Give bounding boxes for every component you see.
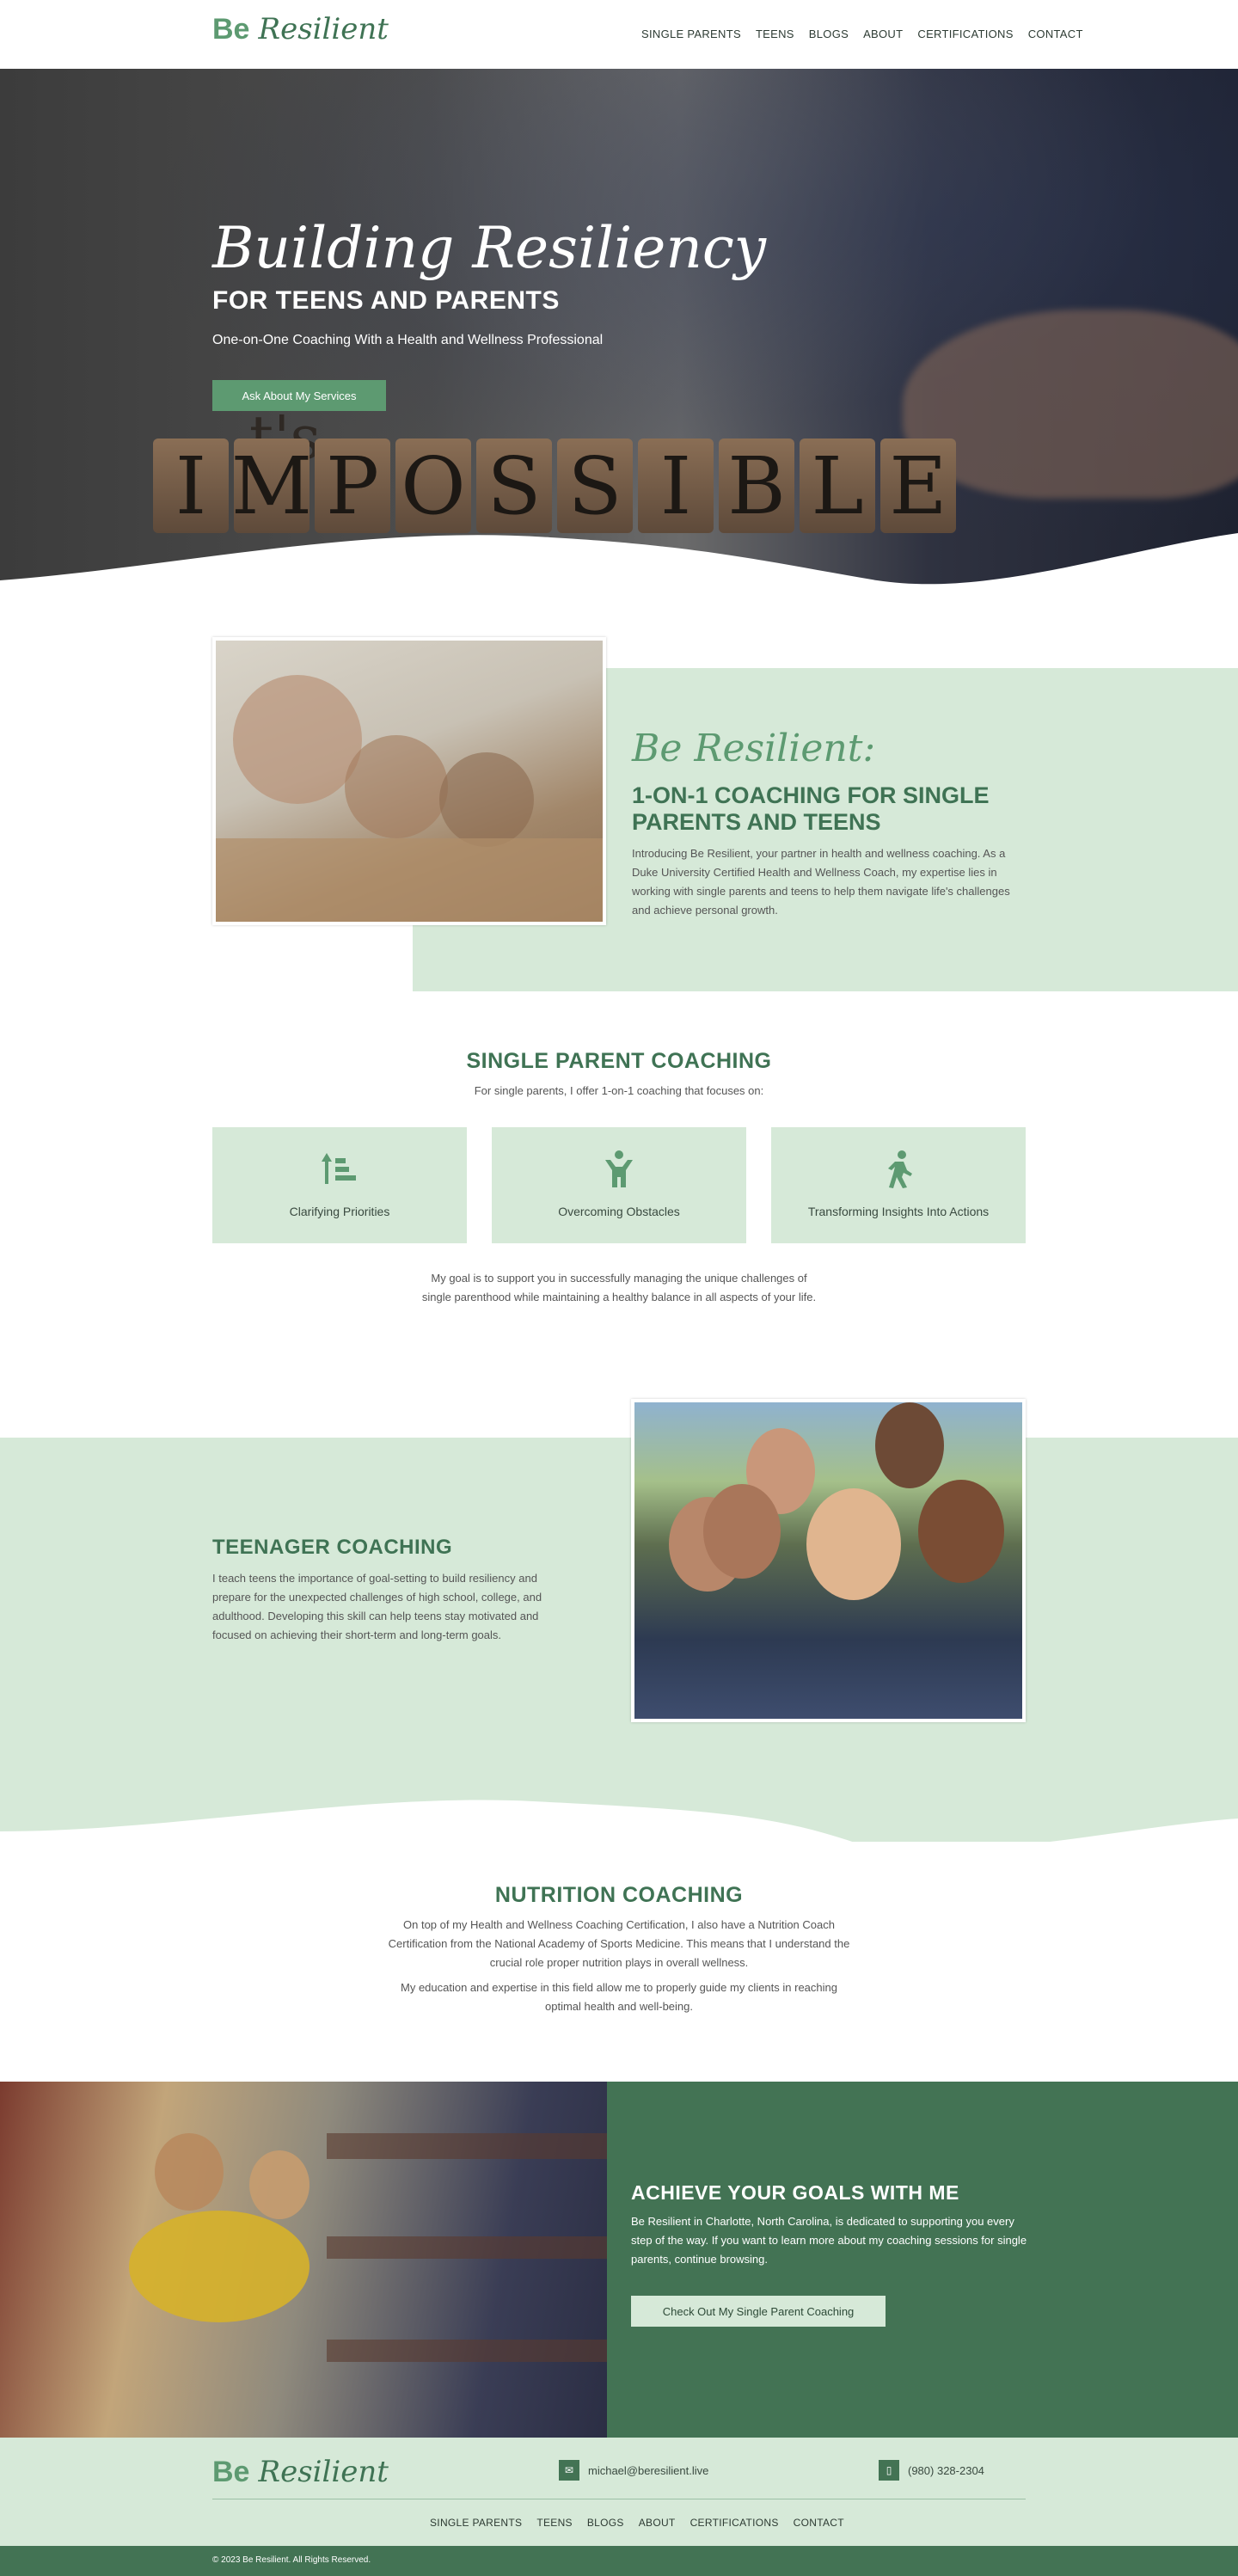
hero-subtitle: One-on-One Coaching With a Health and We…	[212, 333, 604, 347]
priorities-icon	[212, 1150, 467, 1196]
logo-be: Be	[212, 13, 250, 46]
hero-wave-divider	[0, 533, 1238, 593]
logo-resilient: Resilient	[258, 12, 389, 46]
intro-text: Introducing Be Resilient, your partner i…	[632, 847, 1010, 917]
nav-certifications[interactable]: CERTIFICATIONS	[917, 28, 1013, 40]
footer-nav: SINGLE PARENTS TEENS BLOGS ABOUT CERTIFI…	[430, 2517, 844, 2529]
footer-logo[interactable]: Be Resilient	[212, 2455, 389, 2489]
hero-title: FOR TEENS AND PARENTS	[212, 286, 560, 315]
grocery-photo	[0, 2082, 607, 2438]
site-footer: Be Resilient ✉ michael@beresilient.live …	[0, 2438, 1238, 2546]
nav-teens[interactable]: TEENS	[756, 28, 794, 40]
achieve-heading: ACHIEVE YOUR GOALS WITH ME	[631, 2181, 959, 2204]
envelope-icon: ✉	[559, 2460, 579, 2481]
logo-resilient: Resilient	[258, 2455, 389, 2489]
achieve-section: ACHIEVE YOUR GOALS WITH ME Be Resilient …	[607, 2082, 1238, 2438]
footer-nav-certifications[interactable]: CERTIFICATIONS	[690, 2517, 779, 2529]
teen-heading: TEENAGER COACHING	[212, 1536, 453, 1559]
nutrition-text-1: On top of my Health and Wellness Coachin…	[388, 1918, 850, 1969]
footer-phone-text: (980) 328-2304	[908, 2463, 984, 2477]
teen-text: I teach teens the importance of goal-set…	[212, 1572, 542, 1641]
footer-nav-teens[interactable]: TEENS	[536, 2517, 573, 2529]
walking-icon	[771, 1150, 1026, 1198]
card-clarifying-priorities: Clarifying Priorities	[212, 1127, 467, 1243]
nav-blogs[interactable]: BLOGS	[809, 28, 849, 40]
footer-email-text: michael@beresilient.live	[588, 2463, 709, 2477]
footer-nav-single-parents[interactable]: SINGLE PARENTS	[430, 2517, 522, 2529]
intro-heading: 1-ON-1 COACHING FOR SINGLE PARENTS AND T…	[632, 782, 990, 835]
single-parent-heading: SINGLE PARENT COACHING	[466, 1049, 772, 1073]
logo-be: Be	[212, 2456, 250, 2488]
copyright-bar: © 2023 Be Resilient. All Rights Reserved…	[0, 2546, 1238, 2576]
footer-nav-contact[interactable]: CONTACT	[794, 2517, 844, 2529]
teens-photo	[631, 1399, 1026, 1722]
site-logo[interactable]: Be Resilient	[212, 12, 389, 46]
single-parent-coaching-button[interactable]: Check Out My Single Parent Coaching	[631, 2296, 886, 2327]
single-parent-intro: For single parents, I offer 1-on-1 coach…	[474, 1084, 764, 1097]
hero-section: t's IMPOSSIBLE Building Resiliency FOR T…	[0, 69, 1238, 593]
nav-about[interactable]: ABOUT	[863, 28, 903, 40]
hero-script-title: Building Resiliency	[212, 215, 767, 281]
family-photo	[212, 637, 606, 925]
footer-phone[interactable]: ▯ (980) 328-2304	[879, 2460, 984, 2481]
copyright-text: © 2023 Be Resilient. All Rights Reserved…	[212, 2555, 371, 2565]
ask-services-button[interactable]: Ask About My Services	[212, 380, 386, 411]
card-transforming-insights: Transforming Insights Into Actions	[771, 1127, 1026, 1243]
nutrition-text-2: My education and expertise in this field…	[401, 1981, 837, 2013]
card-label: Overcoming Obstacles	[558, 1205, 680, 1218]
nav-single-parents[interactable]: SINGLE PARENTS	[641, 28, 741, 40]
site-header: Be Resilient SINGLE PARENTS TEENS BLOGS …	[0, 0, 1238, 69]
main-nav: SINGLE PARENTS TEENS BLOGS ABOUT CERTIFI…	[641, 28, 1083, 40]
single-parent-goal: My goal is to support you in successfull…	[421, 1272, 817, 1303]
footer-email[interactable]: ✉ michael@beresilient.live	[559, 2460, 708, 2481]
card-label: Transforming Insights Into Actions	[807, 1205, 990, 1218]
nutrition-heading: NUTRITION COACHING	[494, 1883, 744, 1907]
footer-nav-about[interactable]: ABOUT	[639, 2517, 676, 2529]
footer-nav-blogs[interactable]: BLOGS	[587, 2517, 624, 2529]
card-label: Clarifying Priorities	[289, 1205, 390, 1218]
person-icon	[492, 1150, 746, 1198]
teen-wave-divider	[0, 1800, 1238, 1866]
phone-icon: ▯	[879, 2460, 899, 2481]
card-overcoming-obstacles: Overcoming Obstacles	[492, 1127, 746, 1243]
nav-contact[interactable]: CONTACT	[1028, 28, 1083, 40]
achieve-text: Be Resilient in Charlotte, North Carolin…	[631, 2215, 1027, 2266]
intro-script-heading: Be Resilient:	[632, 727, 876, 770]
